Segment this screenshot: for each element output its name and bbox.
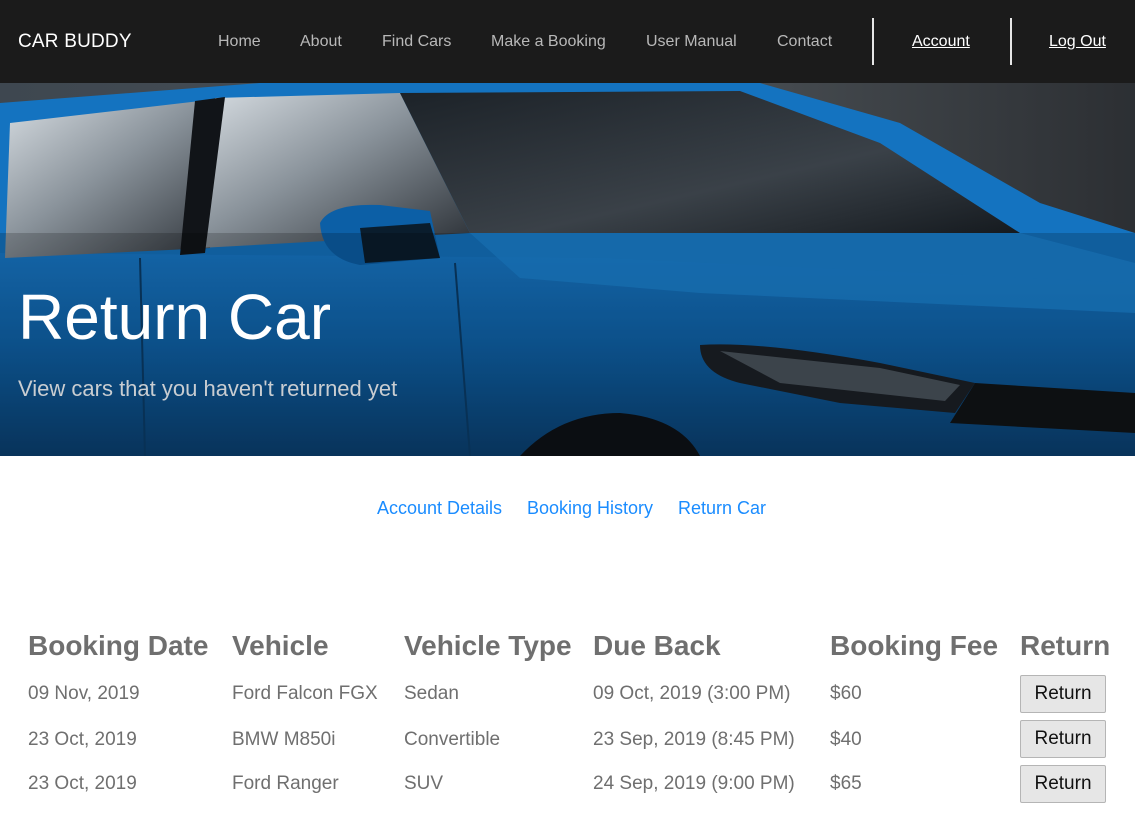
nav-about-link[interactable]: About [300, 33, 342, 51]
nav-contact-link[interactable]: Contact [777, 33, 832, 51]
subnav-return-car[interactable]: Return Car [678, 498, 766, 519]
cell-booking-date: 23 Oct, 2019 [28, 729, 137, 750]
cell-vehicle: Ford Ranger [232, 773, 339, 794]
return-button[interactable]: Return [1020, 675, 1106, 713]
cell-due-back: 09 Oct, 2019 (3:00 PM) [593, 683, 791, 704]
nav-home-link[interactable]: Home [218, 33, 261, 51]
nav-make-booking-link[interactable]: Make a Booking [491, 33, 606, 51]
nav-logout-link[interactable]: Log Out [1049, 33, 1106, 51]
nav-find-cars-link[interactable]: Find Cars [382, 33, 451, 51]
cell-booking-date: 09 Nov, 2019 [28, 683, 140, 704]
cell-due-back: 24 Sep, 2019 (9:00 PM) [593, 773, 795, 794]
cell-booking-fee: $40 [830, 729, 862, 750]
cell-booking-fee: $65 [830, 773, 862, 794]
subnav-account-details[interactable]: Account Details [377, 498, 502, 519]
page-subtitle: View cars that you haven't returned yet [18, 376, 398, 401]
cell-due-back: 23 Sep, 2019 (8:45 PM) [593, 729, 795, 750]
header-booking-date: Booking Date [28, 630, 209, 661]
nav-divider [872, 18, 874, 65]
nav-divider [1010, 18, 1012, 65]
page-title: Return Car [18, 281, 331, 353]
hero-banner: Return Car View cars that you haven't re… [0, 83, 1135, 456]
header-vehicle: Vehicle [232, 630, 329, 661]
header-vehicle-type: Vehicle Type [404, 630, 572, 661]
header-booking-fee: Booking Fee [830, 630, 999, 661]
cell-vehicle-type: Convertible [404, 729, 501, 750]
return-button[interactable]: Return [1020, 720, 1106, 758]
header-return: Return [1020, 630, 1111, 661]
cell-vehicle-type: SUV [404, 773, 444, 794]
top-navbar: CAR BUDDY Home About Find Cars Make a Bo… [0, 0, 1135, 83]
nav-account-link[interactable]: Account [912, 33, 970, 51]
cell-booking-fee: $60 [830, 683, 862, 704]
cell-booking-date: 23 Oct, 2019 [28, 773, 137, 794]
brand-logo[interactable]: CAR BUDDY [18, 31, 132, 53]
cell-vehicle: BMW M850i [232, 729, 336, 750]
cell-vehicle-type: Sedan [404, 683, 459, 704]
header-due-back: Due Back [593, 630, 721, 661]
nav-user-manual-link[interactable]: User Manual [646, 33, 737, 51]
cell-vehicle: Ford Falcon FGX [232, 683, 378, 704]
return-button[interactable]: Return [1020, 765, 1106, 803]
subnav-booking-history[interactable]: Booking History [527, 498, 653, 519]
